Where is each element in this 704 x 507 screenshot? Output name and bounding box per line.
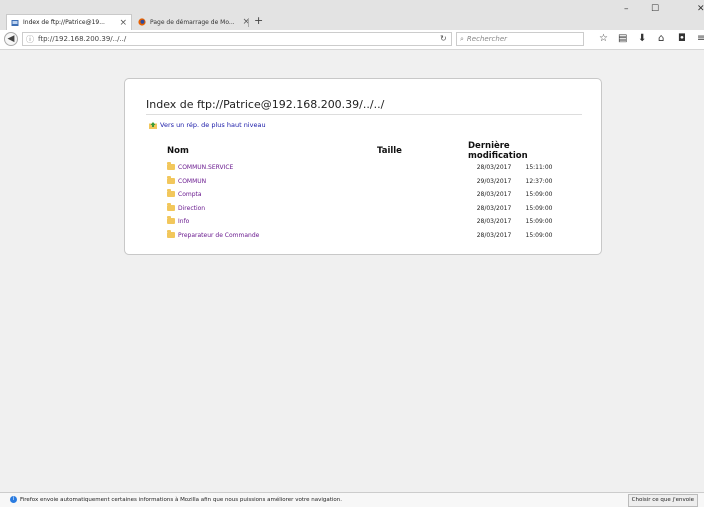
close-window-button[interactable]: ✕ xyxy=(697,4,704,14)
file-size xyxy=(377,188,468,202)
folder-link[interactable]: Info xyxy=(178,218,189,225)
table-row: Preparateur de Commande 28/03/2017 15:09… xyxy=(167,229,558,243)
modified-date: 28/03/2017 xyxy=(476,191,512,199)
table-row: Info 28/03/2017 15:09:00 xyxy=(167,215,558,229)
folder-link[interactable]: Compta xyxy=(178,191,202,198)
file-size xyxy=(377,175,468,189)
firefox-icon xyxy=(138,18,146,26)
back-arrow-icon: ◀ xyxy=(7,34,15,44)
parent-directory-link[interactable]: Vers un rép. de plus haut niveau xyxy=(149,121,266,129)
info-icon[interactable]: ⓘ xyxy=(26,34,34,45)
tab-ftp-index[interactable]: Index de ftp://Patrice@19... × xyxy=(6,14,132,30)
folder-link[interactable]: COMMUN xyxy=(178,178,206,185)
folder-link[interactable]: Preparateur de Commande xyxy=(178,232,259,239)
folder-icon xyxy=(167,189,175,198)
search-icon: ⌕ xyxy=(460,34,464,43)
tab-bar: Index de ftp://Patrice@19... × Page de d… xyxy=(0,0,704,30)
modified-date: 28/03/2017 xyxy=(476,218,512,226)
new-tab-button[interactable]: + xyxy=(254,14,263,27)
search-placeholder: Rechercher xyxy=(466,35,508,43)
folder-link[interactable]: Direction xyxy=(178,205,205,212)
title-divider xyxy=(146,114,582,115)
table-row: Direction 28/03/2017 15:09:00 xyxy=(167,202,558,216)
search-input[interactable]: ⌕ Rechercher xyxy=(456,32,584,46)
pocket-icon[interactable]: ◘ xyxy=(678,33,686,44)
table-row: COMMUN 29/03/2017 12:37:00 xyxy=(167,175,558,189)
tab-title: Index de ftp://Patrice@19... xyxy=(23,19,105,26)
file-size xyxy=(377,215,468,229)
modified-time: 15:09:00 xyxy=(525,204,553,212)
modified-time: 15:11:00 xyxy=(525,164,553,172)
choose-what-to-send-button[interactable]: Choisir ce que j'envoie xyxy=(627,494,698,507)
navigation-toolbar: ◀ ⓘ ftp://192.168.200.39/../../ ↻ ⌕ Rech… xyxy=(0,30,704,50)
downloads-icon[interactable]: ⬇ xyxy=(638,33,646,44)
directory-listing-card: Index de ftp://Patrice@192.168.200.39/..… xyxy=(124,78,602,255)
up-folder-icon xyxy=(149,121,157,129)
url-bar[interactable]: ⓘ ftp://192.168.200.39/../../ xyxy=(22,32,452,46)
modified-time: 15:09:00 xyxy=(525,218,553,226)
url-text: ftp://192.168.200.39/../../ xyxy=(38,35,127,43)
modified-date: 28/03/2017 xyxy=(476,231,512,239)
file-size xyxy=(377,229,468,243)
modified-date: 29/03/2017 xyxy=(476,177,512,185)
modified-time: 12:37:00 xyxy=(525,177,553,185)
table-row: Compta 28/03/2017 15:09:00 xyxy=(167,188,558,202)
modified-time: 15:09:00 xyxy=(525,231,553,239)
tab-start-page[interactable]: Page de démarrage de Mo... × xyxy=(134,14,254,30)
info-icon: i xyxy=(10,496,17,503)
menu-icon[interactable]: ≡ xyxy=(697,33,704,44)
folder-icon xyxy=(167,175,175,184)
notification-message-wrap: i Firefox envoie automatiquement certain… xyxy=(10,496,342,503)
page-icon xyxy=(11,19,19,26)
home-icon[interactable]: ⌂ xyxy=(658,33,664,44)
column-header-name[interactable]: Nom xyxy=(167,141,377,161)
reload-icon[interactable]: ↻ xyxy=(440,34,447,43)
folder-icon xyxy=(167,229,175,238)
notification-bar: i Firefox envoie automatiquement certain… xyxy=(0,492,704,507)
table-header-row: Nom Taille Dernière modification xyxy=(167,141,558,161)
maximize-button[interactable]: ☐ xyxy=(651,4,659,14)
minimize-button[interactable]: – xyxy=(624,4,629,14)
column-header-modified[interactable]: Dernière modification xyxy=(468,141,558,161)
column-header-size[interactable]: Taille xyxy=(377,141,468,161)
bookmark-star-icon[interactable]: ☆ xyxy=(599,33,608,44)
file-size xyxy=(377,202,468,216)
folder-icon xyxy=(167,202,175,211)
file-table: Nom Taille Dernière modification COMMUN.… xyxy=(167,141,558,242)
modified-date: 28/03/2017 xyxy=(476,204,512,212)
tab-title: Page de démarrage de Mo... xyxy=(150,18,235,26)
table-row: COMMUN.SERVICE 28/03/2017 15:11:00 xyxy=(167,161,558,175)
page-title: Index de ftp://Patrice@192.168.200.39/..… xyxy=(146,98,385,111)
close-tab-icon[interactable]: × xyxy=(119,18,127,28)
folder-link[interactable]: COMMUN.SERVICE xyxy=(178,164,233,171)
bookmarks-menu-icon[interactable]: ▤ xyxy=(618,33,627,44)
file-size xyxy=(377,161,468,175)
back-button[interactable]: ◀ xyxy=(4,32,18,46)
modified-date: 28/03/2017 xyxy=(476,164,512,172)
tab-separator xyxy=(248,18,249,27)
folder-icon xyxy=(167,216,175,225)
notification-message: Firefox envoie automatiquement certaines… xyxy=(20,496,343,503)
folder-icon xyxy=(167,162,175,171)
parent-directory-label: Vers un rép. de plus haut niveau xyxy=(160,121,266,129)
page-content: Index de ftp://Patrice@192.168.200.39/..… xyxy=(0,50,704,492)
modified-time: 15:09:00 xyxy=(525,191,553,199)
